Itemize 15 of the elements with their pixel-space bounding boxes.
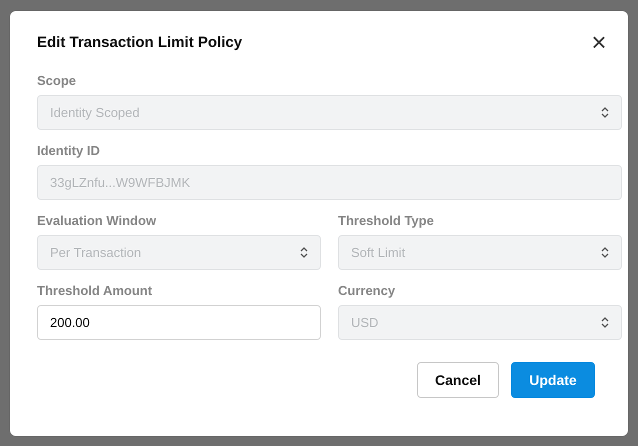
- input-field[interactable]: 200.00: [37, 305, 321, 340]
- field-label: Scope: [37, 73, 78, 88]
- field-label: Threshold Type: [338, 213, 435, 228]
- field-label: Currency: [338, 283, 396, 298]
- chevron-icon: [601, 246, 609, 259]
- chevron-icon: [601, 316, 609, 329]
- chevron-icon: [300, 246, 308, 259]
- field-label: Threshold Amount: [37, 283, 154, 298]
- field-label: Evaluation Window: [37, 213, 158, 228]
- update-button[interactable]: Update: [511, 362, 595, 398]
- dialog-title: Edit Transaction Limit Policy: [37, 34, 242, 50]
- field-label: Identity ID: [37, 143, 101, 158]
- chevron-icon: [601, 106, 609, 119]
- cancel-button[interactable]: Cancel: [417, 362, 499, 398]
- close-button[interactable]: ×: [587, 30, 611, 54]
